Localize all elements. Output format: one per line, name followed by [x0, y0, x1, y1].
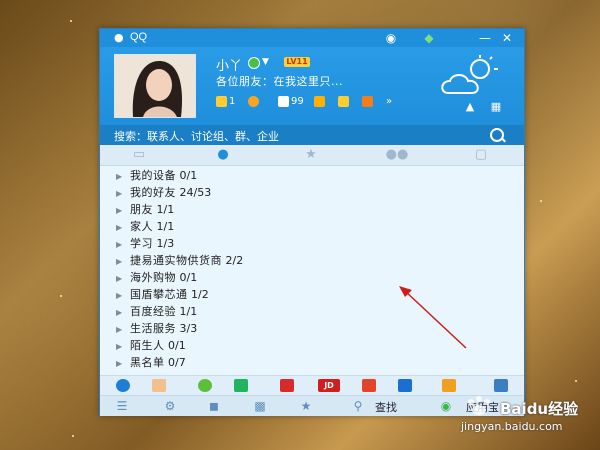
annotation-arrow — [399, 286, 467, 349]
annotation-arrow-shaft — [403, 289, 467, 349]
watermark-jingyan: 经验 — [548, 400, 579, 418]
watermark-brand: Baidu — [500, 400, 549, 418]
watermark-url: jingyan.baidu.com — [461, 420, 563, 433]
watermark-text: Baidu经验 — [500, 398, 578, 419]
